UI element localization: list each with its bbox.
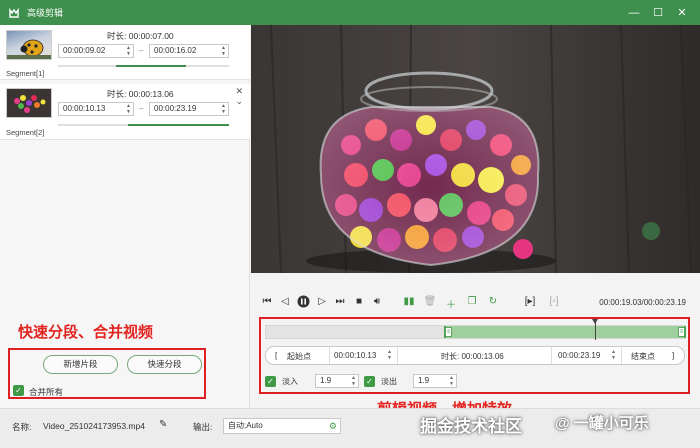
- close-button[interactable]: ✕: [670, 6, 694, 19]
- set-end-button[interactable]: 结束点: [631, 351, 655, 362]
- segment-thumbnail[interactable]: [6, 30, 52, 60]
- app-logo-icon: [7, 6, 21, 20]
- segment-range-bar: [58, 124, 229, 126]
- segment-duration: 时长: 00:00:07.00: [107, 31, 174, 41]
- add-icon[interactable]: ＋: [444, 296, 458, 311]
- step-forward-icon[interactable]: ▷: [315, 296, 329, 307]
- pause-icon[interactable]: [296, 295, 310, 311]
- minimize-button[interactable]: —: [622, 7, 646, 19]
- step-back-icon[interactable]: ◁: [278, 296, 292, 307]
- segment-start-input[interactable]: 00:00:09.02 ▲ ▼: [58, 44, 134, 58]
- segment-label: Segment[2]: [6, 128, 45, 137]
- start-time-input[interactable]: 00:00:10.13: [334, 351, 376, 360]
- stepper-icon[interactable]: ▲ ▼: [221, 103, 226, 115]
- trim-handle-left[interactable]: ≡: [445, 327, 452, 337]
- watermark-left: 掘金技术社区: [420, 417, 522, 436]
- stepper-icon[interactable]: ▲ ▼: [126, 103, 131, 115]
- set-start-button[interactable]: 起始点: [287, 351, 311, 362]
- stepper-icon[interactable]: ▲ ▼: [351, 375, 356, 387]
- skip-start-icon[interactable]: ⏮: [260, 296, 274, 307]
- segment-label: Segment[1]: [6, 69, 45, 78]
- stepper-icon[interactable]: ▲ ▼: [449, 375, 454, 387]
- gear-icon[interactable]: ⚙: [329, 419, 337, 433]
- delete-icon[interactable]: 🗑︎: [423, 296, 437, 307]
- segment-item[interactable]: Segment[1] 时长: 00:00:07.00 00:00:09.02 ▲ ▼…: [0, 25, 250, 80]
- add-segment-button[interactable]: 新增片段: [43, 355, 118, 374]
- end-time-input[interactable]: 00:00:23.19: [558, 351, 600, 360]
- title-bar: 高级剪辑 — ☐ ✕: [0, 0, 700, 25]
- stepper-icon[interactable]: ▲ ▼: [387, 349, 392, 361]
- player-controls: ⏮ ◁ ▷ ⏭ ■ 🔊︎ ▮▮ 🗑︎ ＋ ❐ ↻ [▸] [▫] 00:00:1…: [251, 291, 700, 315]
- stepper-icon[interactable]: ▲ ▼: [221, 45, 226, 57]
- trim-points-row: [ 起始点 00:00:10.13 ▲ ▼ 时长: 00:00:13.06 00:…: [265, 346, 685, 365]
- start-bracket: [: [275, 351, 278, 360]
- filename-text: Video_251024173953.mp4: [43, 421, 145, 431]
- output-label: 输出:: [193, 422, 213, 432]
- segment-duration: 时长: 00:00:13.06: [107, 89, 174, 99]
- skip-end-icon[interactable]: ⏭: [333, 296, 347, 307]
- fade-in-label: 淡入: [282, 377, 298, 386]
- name-label: 名称:: [12, 422, 32, 432]
- fade-in-checkbox[interactable]: ✓: [265, 376, 276, 387]
- trim-timeline[interactable]: ≡ ≡: [265, 325, 686, 339]
- stop-icon[interactable]: ■: [352, 296, 366, 307]
- playback-time: 00:00:19.03/00:00:23.19: [599, 298, 686, 307]
- mark-out-icon[interactable]: [▫]: [547, 296, 561, 307]
- window-title: 高级剪辑: [27, 8, 64, 18]
- video-preview[interactable]: [251, 25, 700, 273]
- trim-handle-right[interactable]: ≡: [678, 327, 685, 337]
- stepper-icon[interactable]: ▲ ▼: [611, 349, 616, 361]
- segment-item[interactable]: Segment[2] 时长: 00:00:13.06 ✕ ⌄ 00:00:10.…: [0, 84, 250, 140]
- merge-all-label: 合并所有: [29, 387, 64, 397]
- watermark-right: @ 一罐小可乐: [555, 415, 649, 432]
- segment-end-input[interactable]: 00:00:23.19 ▲ ▼: [149, 102, 229, 116]
- split-icon[interactable]: ▮▮: [402, 296, 416, 307]
- fade-out-checkbox[interactable]: ✓: [364, 376, 375, 387]
- copy-icon[interactable]: ❐: [465, 296, 479, 307]
- chevron-down-icon[interactable]: ⌄: [235, 96, 243, 107]
- annotation-left: 快速分段、合并视频: [18, 324, 154, 341]
- trim-duration: 时长: 00:00:13.06: [441, 352, 504, 361]
- end-bracket: ]: [672, 351, 675, 360]
- trim-selection[interactable]: ≡ ≡: [444, 326, 686, 338]
- range-dash: –: [139, 104, 144, 113]
- mark-in-icon[interactable]: [▸]: [523, 296, 537, 307]
- segment-thumbnail[interactable]: [6, 88, 52, 118]
- edit-icon[interactable]: ✎: [159, 419, 167, 430]
- volume-icon[interactable]: 🔊︎: [370, 296, 384, 307]
- segment-start-input[interactable]: 00:00:10.13 ▲ ▼: [58, 102, 134, 116]
- output-path-field[interactable]: 自动;Auto ⚙: [223, 418, 341, 434]
- segment-range-bar: [58, 65, 229, 67]
- fade-out-input[interactable]: 1.9 ▲ ▼: [413, 374, 457, 388]
- range-dash: –: [139, 46, 144, 55]
- fade-row: ✓ 淡入 1.9 ▲ ▼ ✓ 淡出 1.9 ▲ ▼: [265, 373, 585, 391]
- stepper-icon[interactable]: ▲ ▼: [126, 45, 131, 57]
- quick-split-button[interactable]: 快速分段: [127, 355, 202, 374]
- fade-out-label: 淡出: [381, 377, 397, 386]
- maximize-button[interactable]: ☐: [646, 6, 670, 19]
- segment-end-input[interactable]: 00:00:16.02 ▲ ▼: [149, 44, 229, 58]
- merge-all-checkbox[interactable]: ✓: [13, 385, 24, 396]
- refresh-icon[interactable]: ↻: [486, 296, 500, 307]
- playhead[interactable]: [592, 319, 598, 340]
- fade-in-input[interactable]: 1.9 ▲ ▼: [315, 374, 359, 388]
